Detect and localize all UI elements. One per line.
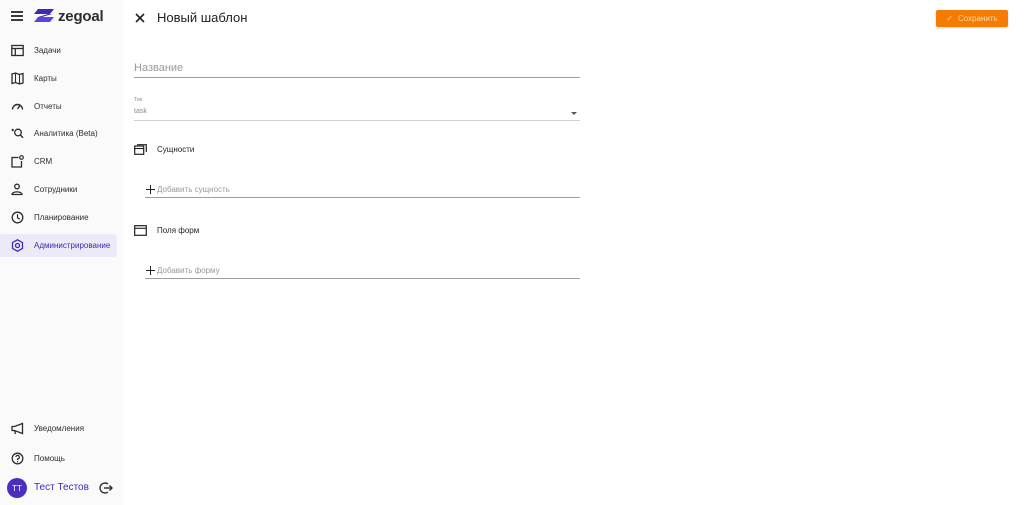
sidebar-item-notifications[interactable]: Уведомления <box>0 417 117 440</box>
user-name[interactable]: Тест Тестов <box>34 482 89 493</box>
logo-text: zegoal <box>58 7 104 25</box>
sidebar-item-label: Сотрудники <box>34 185 78 194</box>
save-button-label: Сохранить <box>957 14 998 23</box>
sidebar-item-label: Помощь <box>34 454 65 463</box>
analytics-search-icon <box>11 128 24 139</box>
entities-section-title: Сущности <box>157 145 195 154</box>
sidebar-item-label: Аналитика (Beta) <box>34 129 98 138</box>
sidebar-item-planning[interactable]: Планирование <box>0 206 117 229</box>
add-form-input[interactable]: Добавить форму <box>145 263 580 279</box>
sidebar-header: zegoal <box>0 0 123 34</box>
type-select[interactable]: task <box>134 105 580 121</box>
sidebar-item-label: Уведомления <box>34 424 85 433</box>
close-icon[interactable] <box>134 12 146 24</box>
sidebar-item-help[interactable]: Помощь <box>0 447 117 470</box>
hamburger-menu-icon[interactable] <box>11 11 23 21</box>
crm-icon <box>11 155 24 168</box>
app-root: zegoal Задачи Карты Отчеты Аналитика (Be… <box>0 0 1024 505</box>
dropdown-arrow-icon <box>571 112 577 115</box>
zegoal-logo-icon <box>34 9 54 22</box>
add-entity-placeholder: Добавить сущность <box>157 185 230 194</box>
settings-icon <box>11 239 24 252</box>
gauge-icon <box>11 103 24 110</box>
check-icon: ✓ <box>946 14 953 23</box>
type-select-value: task <box>134 108 147 115</box>
megaphone-icon <box>11 422 24 435</box>
user-profile: ТТ Тест Тестов <box>0 477 123 499</box>
add-form-placeholder: Добавить форму <box>157 266 220 275</box>
sidebar-item-analytics[interactable]: Аналитика (Beta) <box>0 122 117 145</box>
add-entity-input[interactable]: Добавить сущность <box>145 182 580 198</box>
sidebar-item-label: Задачи <box>34 46 61 55</box>
template-name-placeholder: Название <box>134 62 184 74</box>
sidebar-item-label: Карты <box>34 74 57 83</box>
save-button[interactable]: ✓ Сохранить <box>936 10 1008 27</box>
sidebar-item-label: CRM <box>34 157 53 166</box>
avatar[interactable]: ТТ <box>7 478 27 498</box>
sidebar-item-administration[interactable]: Администрирование <box>0 234 117 257</box>
template-name-input[interactable]: Название <box>134 60 580 78</box>
entities-icon <box>134 144 147 155</box>
map-icon <box>11 72 24 85</box>
sidebar-item-employees[interactable]: Сотрудники <box>0 178 117 201</box>
zegoal-logo[interactable]: zegoal <box>34 7 104 25</box>
clock-icon <box>11 211 24 224</box>
tasks-icon <box>11 44 24 57</box>
sidebar: zegoal Задачи Карты Отчеты Аналитика (Be… <box>0 0 123 505</box>
plus-icon[interactable] <box>146 266 155 275</box>
sidebar-item-label: Планирование <box>34 213 89 222</box>
sidebar-item-crm[interactable]: CRM <box>0 150 117 173</box>
help-icon <box>11 452 24 465</box>
logout-icon[interactable] <box>99 481 113 495</box>
employees-icon <box>11 183 23 196</box>
type-field-label: Тип <box>134 97 143 103</box>
sidebar-item-maps[interactable]: Карты <box>0 67 117 90</box>
form-fields-section-title: Поля форм <box>157 226 200 235</box>
sidebar-item-reports[interactable]: Отчеты <box>0 95 117 118</box>
form-fields-icon <box>134 225 147 236</box>
page-title: Новый шаблон <box>157 10 248 25</box>
plus-icon[interactable] <box>146 185 155 194</box>
sidebar-item-label: Администрирование <box>34 241 111 250</box>
sidebar-item-tasks[interactable]: Задачи <box>0 39 117 62</box>
sidebar-item-label: Отчеты <box>34 102 62 111</box>
